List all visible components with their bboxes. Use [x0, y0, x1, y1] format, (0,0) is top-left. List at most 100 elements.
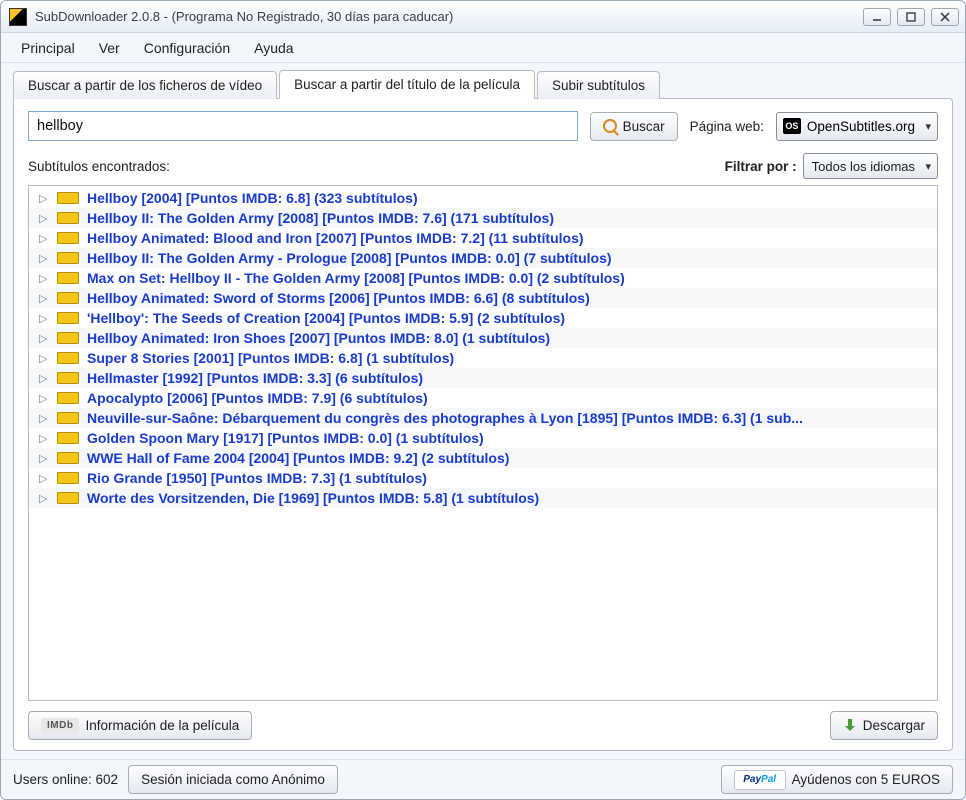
site-select[interactable]: OS OpenSubtitles.org	[776, 112, 938, 141]
maximize-icon	[906, 12, 916, 22]
result-title: Rio Grande [1950] [Puntos IMDB: 7.3] (1 …	[87, 470, 427, 486]
search-button[interactable]: Buscar	[590, 112, 678, 141]
main-window: SubDownloader 2.0.8 - (Programa No Regis…	[0, 0, 966, 800]
imdb-badge-icon	[57, 332, 79, 344]
imdb-badge-icon	[57, 292, 79, 304]
donate-label: Ayúdenos con 5 EUROS	[792, 772, 940, 787]
result-row[interactable]: ▷Hellboy Animated: Sword of Storms [2006…	[29, 288, 937, 308]
expand-icon: ▷	[39, 432, 49, 445]
app-icon	[9, 8, 27, 26]
download-label: Descargar	[863, 718, 925, 733]
result-row[interactable]: ▷ Worte des Vorsitzenden, Die [1969] [Pun…	[29, 488, 937, 508]
expand-icon: ▷	[39, 492, 49, 505]
result-title: WWE Hall of Fame 2004 [2004] [Puntos IMD…	[87, 450, 509, 466]
statusbar: Users online: 602 Sesión iniciada como A…	[1, 759, 965, 799]
site-value: OpenSubtitles.org	[807, 119, 915, 134]
result-title: Super 8 Stories [2001] [Puntos IMDB: 6.8…	[87, 350, 454, 366]
result-title: 'Hellboy': The Seeds of Creation [2004] …	[87, 310, 565, 326]
paypal-icon: PayPal	[734, 770, 786, 790]
result-title: Hellmaster [1992] [Puntos IMDB: 3.3] (6 …	[87, 370, 423, 386]
site-label: Página web:	[690, 119, 764, 134]
users-online: Users online: 602	[13, 772, 118, 787]
donate-button[interactable]: PayPal Ayúdenos con 5 EUROS	[721, 765, 953, 794]
opensubtitles-icon: OS	[783, 118, 801, 134]
tab-upload[interactable]: Subir subtítulos	[537, 71, 660, 99]
session-button[interactable]: Sesión iniciada como Anónimo	[128, 765, 338, 794]
maximize-button[interactable]	[897, 8, 925, 26]
result-title: Hellboy Animated: Blood and Iron [2007] …	[87, 230, 584, 246]
result-title: Neuville-sur-Saône: Débarquement du cong…	[87, 410, 803, 426]
result-row[interactable]: ▷ Rio Grande [1950] [Puntos IMDB: 7.3] (1…	[29, 468, 937, 488]
download-icon	[843, 719, 857, 733]
search-button-label: Buscar	[623, 119, 665, 134]
window-title: SubDownloader 2.0.8 - (Programa No Regis…	[35, 9, 863, 24]
minimize-icon	[872, 12, 882, 22]
result-title: Worte des Vorsitzenden, Die [1969] [Punt…	[87, 490, 539, 506]
result-row[interactable]: ▷Hellboy [2004] [Puntos IMDB: 6.8] (323 …	[29, 188, 937, 208]
language-filter-value: Todos los idiomas	[812, 159, 915, 174]
result-row[interactable]: ▷Hellboy Animated: Blood and Iron [2007]…	[29, 228, 937, 248]
expand-icon: ▷	[39, 272, 49, 285]
language-filter-select[interactable]: Todos los idiomas	[803, 153, 938, 179]
result-row[interactable]: ▷ 'Hellboy': The Seeds of Creation [2004]…	[29, 308, 937, 328]
imdb-badge-icon	[57, 372, 79, 384]
results-found-label: Subtítulos encontrados:	[28, 159, 170, 174]
close-button[interactable]	[931, 8, 959, 26]
imdb-badge-icon	[57, 312, 79, 324]
result-row[interactable]: ▷Hellboy Animated: Iron Shoes [2007] [Pu…	[29, 328, 937, 348]
result-title: Apocalypto [2006] [Puntos IMDB: 7.9] (6 …	[87, 390, 428, 406]
result-row[interactable]: ▷ Super 8 Stories [2001] [Puntos IMDB: 6…	[29, 348, 937, 368]
expand-icon: ▷	[39, 312, 49, 325]
result-row[interactable]: ▷WWE Hall of Fame 2004 [2004] [Puntos IM…	[29, 448, 937, 468]
result-title: Hellboy II: The Golden Army [2008] [Punt…	[87, 210, 554, 226]
expand-icon: ▷	[39, 212, 49, 225]
result-row[interactable]: ▷Hellboy II: The Golden Army - Prologue …	[29, 248, 937, 268]
result-title: Max on Set: Hellboy II - The Golden Army…	[87, 270, 625, 286]
menu-configuracion[interactable]: Configuración	[134, 37, 240, 59]
imdb-badge-icon	[57, 252, 79, 264]
results-header: Subtítulos encontrados: Filtrar por : To…	[28, 153, 938, 179]
movie-info-button[interactable]: IMDb Información de la película	[28, 711, 252, 740]
imdb-badge-icon	[57, 192, 79, 204]
expand-icon: ▷	[39, 352, 49, 365]
imdb-badge-icon	[57, 212, 79, 224]
expand-icon: ▷	[39, 392, 49, 405]
search-row: Buscar Página web: OS OpenSubtitles.org	[28, 111, 938, 141]
result-row[interactable]: ▷ Apocalypto [2006] [Puntos IMDB: 7.9] (6…	[29, 388, 937, 408]
expand-icon: ▷	[39, 472, 49, 485]
imdb-badge-icon	[57, 452, 79, 464]
imdb-badge-icon	[57, 472, 79, 484]
imdb-badge-icon	[57, 232, 79, 244]
expand-icon: ▷	[39, 252, 49, 265]
result-row[interactable]: ▷ Hellmaster [1992] [Puntos IMDB: 3.3] (6…	[29, 368, 937, 388]
result-title: Hellboy Animated: Iron Shoes [2007] [Pun…	[87, 330, 550, 346]
result-row[interactable]: ▷ Golden Spoon Mary [1917] [Puntos IMDB: …	[29, 428, 937, 448]
result-row[interactable]: ▷ Neuville-sur-Saône: Débarquement du con…	[29, 408, 937, 428]
expand-icon: ▷	[39, 292, 49, 305]
close-icon	[940, 12, 950, 22]
result-list[interactable]: ▷Hellboy [2004] [Puntos IMDB: 6.8] (323 …	[28, 185, 938, 701]
window-controls	[863, 8, 959, 26]
menu-ayuda[interactable]: Ayuda	[244, 37, 303, 59]
minimize-button[interactable]	[863, 8, 891, 26]
search-icon	[603, 119, 617, 133]
menubar: Principal Ver Configuración Ayuda	[1, 33, 965, 63]
panel-bottom: IMDb Información de la película Descarga…	[28, 711, 938, 740]
imdb-badge-icon	[57, 492, 79, 504]
menu-principal[interactable]: Principal	[11, 37, 85, 59]
result-row[interactable]: ▷ Max on Set: Hellboy II - The Golden Arm…	[29, 268, 937, 288]
expand-icon: ▷	[39, 372, 49, 385]
menu-ver[interactable]: Ver	[89, 37, 130, 59]
tab-search-by-file[interactable]: Buscar a partir de los ficheros de vídeo	[13, 71, 277, 99]
search-input[interactable]	[28, 111, 578, 141]
download-button[interactable]: Descargar	[830, 711, 938, 740]
imdb-badge-icon	[57, 412, 79, 424]
imdb-badge-icon	[57, 392, 79, 404]
result-row[interactable]: ▷ Hellboy II: The Golden Army [2008] [Pun…	[29, 208, 937, 228]
expand-icon: ▷	[39, 412, 49, 425]
imdb-badge-icon	[57, 352, 79, 364]
movie-info-label: Información de la película	[85, 718, 239, 733]
tab-search-by-title[interactable]: Buscar a partir del título de la películ…	[279, 70, 535, 99]
imdb-badge-icon	[57, 432, 79, 444]
result-title: Golden Spoon Mary [1917] [Puntos IMDB: 0…	[87, 430, 484, 446]
